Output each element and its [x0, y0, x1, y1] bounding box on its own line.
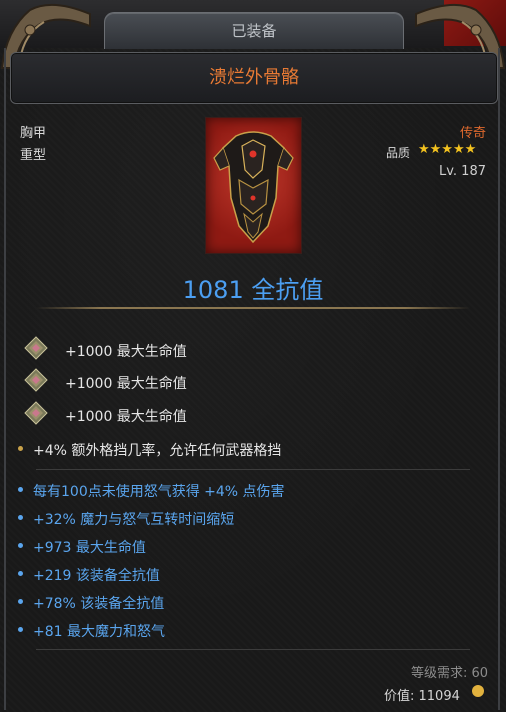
- bullet-icon: [18, 543, 23, 548]
- bullet-icon: [18, 446, 23, 451]
- item-level: Lv. 187: [438, 164, 486, 179]
- bullet-icon: [18, 627, 23, 632]
- divider: [36, 469, 470, 470]
- affix-text: +973 最大生命值: [33, 540, 146, 556]
- affix-text: +32% 魔力与怒气互转时间缩短: [33, 512, 235, 528]
- quality-label: 品质: [386, 146, 411, 160]
- bullet-icon: [18, 487, 23, 492]
- chest-armor-icon: [213, 131, 294, 244]
- affix-text: 每有100点未使用怒气获得 +4% 点伤害: [33, 484, 285, 500]
- item-name: 溃烂外骨骼: [209, 67, 299, 88]
- affix-text: +78% 该装备全抗值: [33, 596, 165, 612]
- bullet-icon: [18, 515, 23, 520]
- gem-socket-icon[interactable]: [24, 401, 48, 425]
- item-rarity: 传奇: [459, 126, 486, 141]
- implicit-affix-text: +4% 额外格挡几率，允许任何武器格挡: [33, 443, 282, 459]
- tab-equipped[interactable]: 已装备: [104, 12, 404, 49]
- divider-gold: [36, 307, 470, 309]
- gem-socket-icon[interactable]: [24, 368, 48, 392]
- item-image: [205, 117, 302, 254]
- gem-affix-text: +1000 最大生命值: [65, 409, 187, 425]
- item-title-bar: 溃烂外骨骼: [10, 52, 498, 104]
- gem-affix-text: +1000 最大生命值: [65, 376, 187, 392]
- gem-socket-icon[interactable]: [24, 336, 48, 360]
- bullet-icon: [18, 571, 23, 576]
- divider: [36, 649, 470, 650]
- item-price: 价值: 11094: [384, 689, 460, 704]
- affix-text: +219 该装备全抗值: [33, 568, 160, 584]
- item-tooltip: 已装备 溃烂外骨骼 胸甲 重型 传奇 品质 ★★★★★ Lv. 187 1081…: [0, 0, 506, 712]
- item-weight-class: 重型: [20, 148, 47, 163]
- level-requirement: 等级需求: 60: [410, 666, 488, 681]
- quality-stars: ★★★★★: [418, 142, 477, 157]
- item-slot: 胸甲: [20, 126, 47, 141]
- armor-value: 1081 全抗值: [182, 276, 324, 304]
- bullet-icon: [18, 599, 23, 604]
- gold-coin-icon: [472, 685, 484, 697]
- affix-text: +81 最大魔力和怒气: [33, 624, 165, 640]
- gem-affix-text: +1000 最大生命值: [65, 344, 187, 360]
